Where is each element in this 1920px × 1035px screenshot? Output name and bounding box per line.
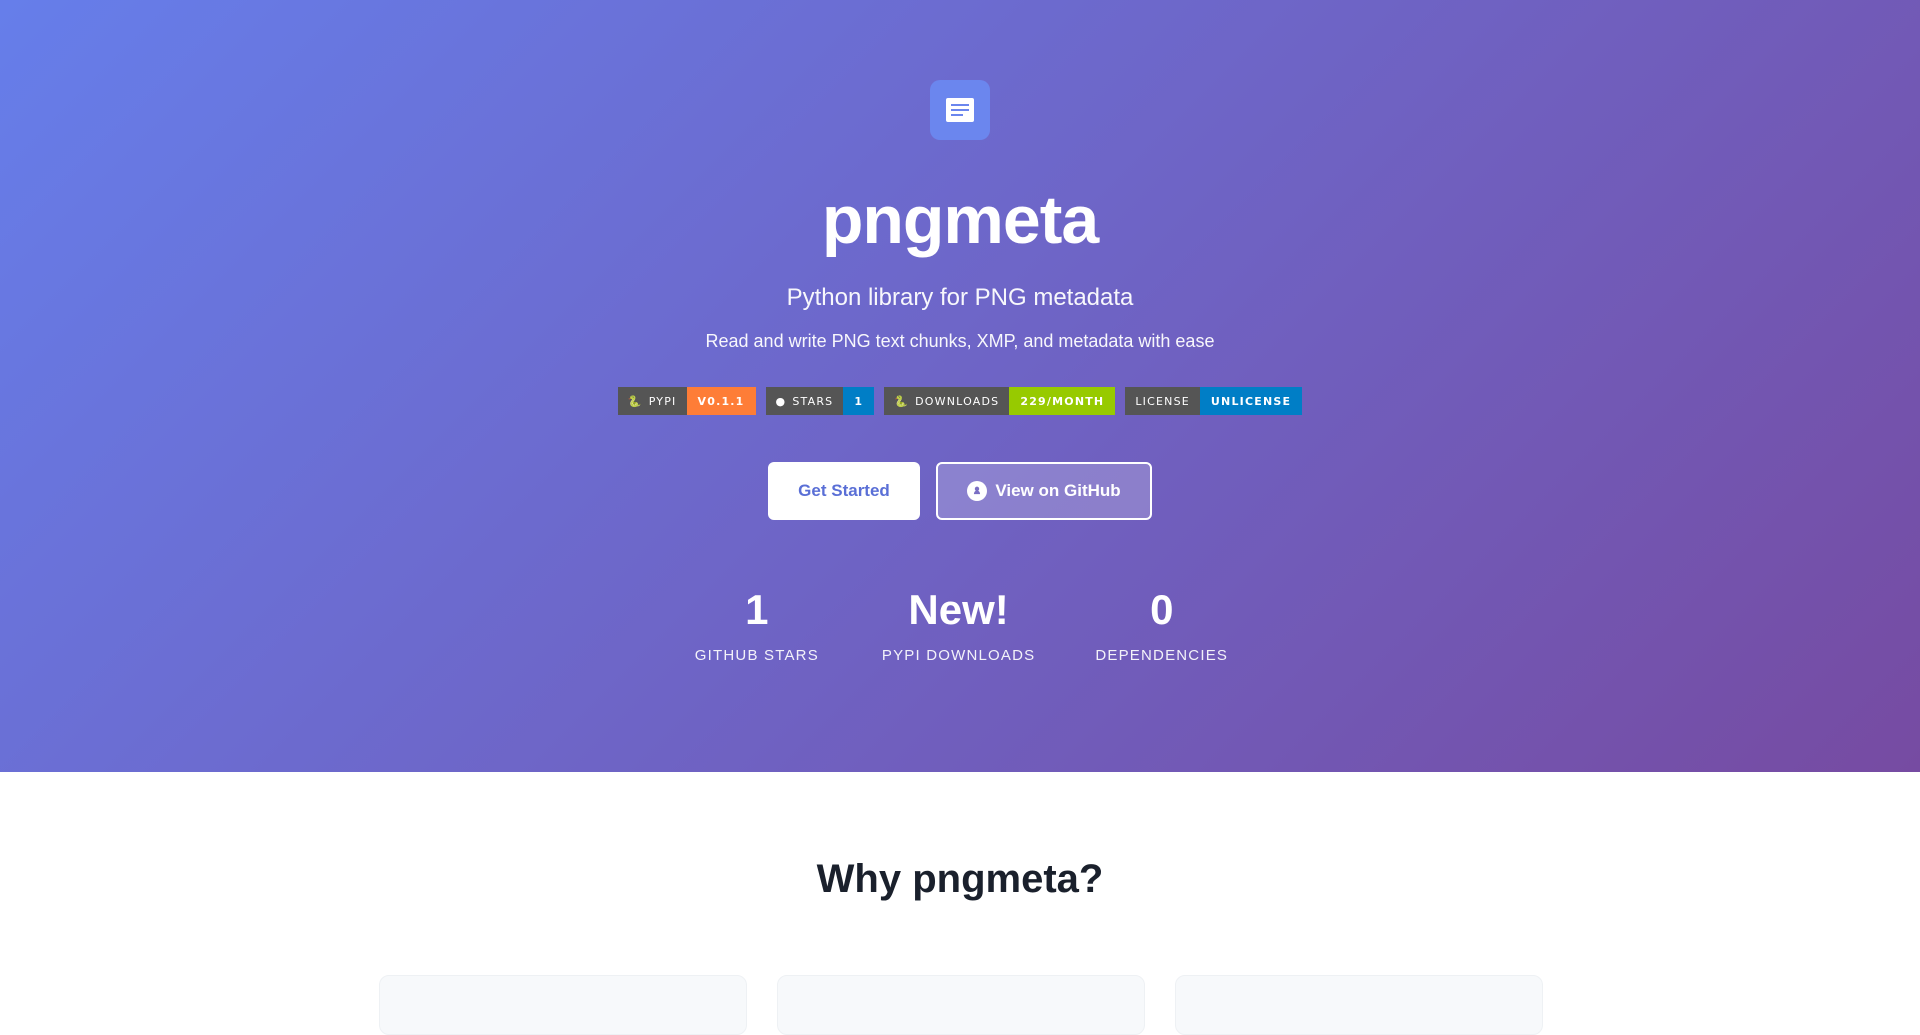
badge-label: license — [1135, 394, 1190, 408]
feature-card — [1175, 975, 1543, 1035]
github-icon: ● — [775, 394, 787, 408]
github-icon — [967, 481, 988, 501]
badge-downloads[interactable]: 🐍 downloads 229/month — [884, 387, 1116, 415]
stats-row: 1 GitHub Stars New! PyPI Downloads 0 Dep… — [0, 585, 1920, 664]
feature-cards — [379, 975, 1543, 1035]
tagline: Read and write PNG text chunks, XMP, and… — [705, 331, 1215, 351]
badge-value: v0.1.1 — [686, 387, 756, 415]
feature-card — [379, 975, 747, 1035]
badge-stars[interactable]: ● stars 1 — [765, 387, 875, 415]
stat-github-stars: 1 GitHub Stars — [692, 585, 822, 664]
features-heading: Why pngmeta? — [816, 857, 1104, 901]
badge-value: Unlicense — [1199, 387, 1303, 415]
badge-label: stars — [792, 394, 834, 408]
badge-value: 1 — [843, 387, 875, 415]
page-title: pngmeta — [821, 182, 1099, 258]
cta-buttons: Get Started View on GitHub — [0, 462, 1920, 520]
logo — [930, 80, 990, 140]
python-icon: 🐍 — [627, 394, 643, 408]
subtitle: Python library for PNG metadata — [786, 284, 1134, 311]
badge-value: 229/month — [1009, 387, 1116, 415]
stat-label: PyPI Downloads — [881, 647, 1036, 664]
get-started-button[interactable]: Get Started — [768, 462, 920, 520]
feature-card — [777, 975, 1145, 1035]
view-on-github-button[interactable]: View on GitHub — [936, 462, 1152, 520]
document-icon — [946, 98, 974, 122]
stat-pypi-downloads: New! PyPI Downloads — [882, 585, 1036, 664]
stat-value: New! — [908, 586, 1009, 633]
hero-section: pngmeta Python library for PNG metadata … — [0, 0, 1920, 772]
badge-label: pypi — [648, 394, 677, 408]
badge-pypi[interactable]: 🐍 pypi v0.1.1 — [617, 387, 756, 415]
badge-label: downloads — [915, 394, 1000, 408]
stat-dependencies: 0 Dependencies — [1095, 585, 1228, 664]
stat-value: 1 — [745, 586, 769, 633]
stat-label: GitHub Stars — [694, 647, 819, 664]
stat-value: 0 — [1150, 586, 1174, 633]
python-icon: 🐍 — [894, 394, 910, 408]
badge-row: 🐍 pypi v0.1.1 ● stars 1 🐍 downloads 229/… — [0, 387, 1920, 415]
stat-label: Dependencies — [1095, 647, 1229, 664]
badge-license[interactable]: license Unlicense — [1125, 387, 1303, 415]
